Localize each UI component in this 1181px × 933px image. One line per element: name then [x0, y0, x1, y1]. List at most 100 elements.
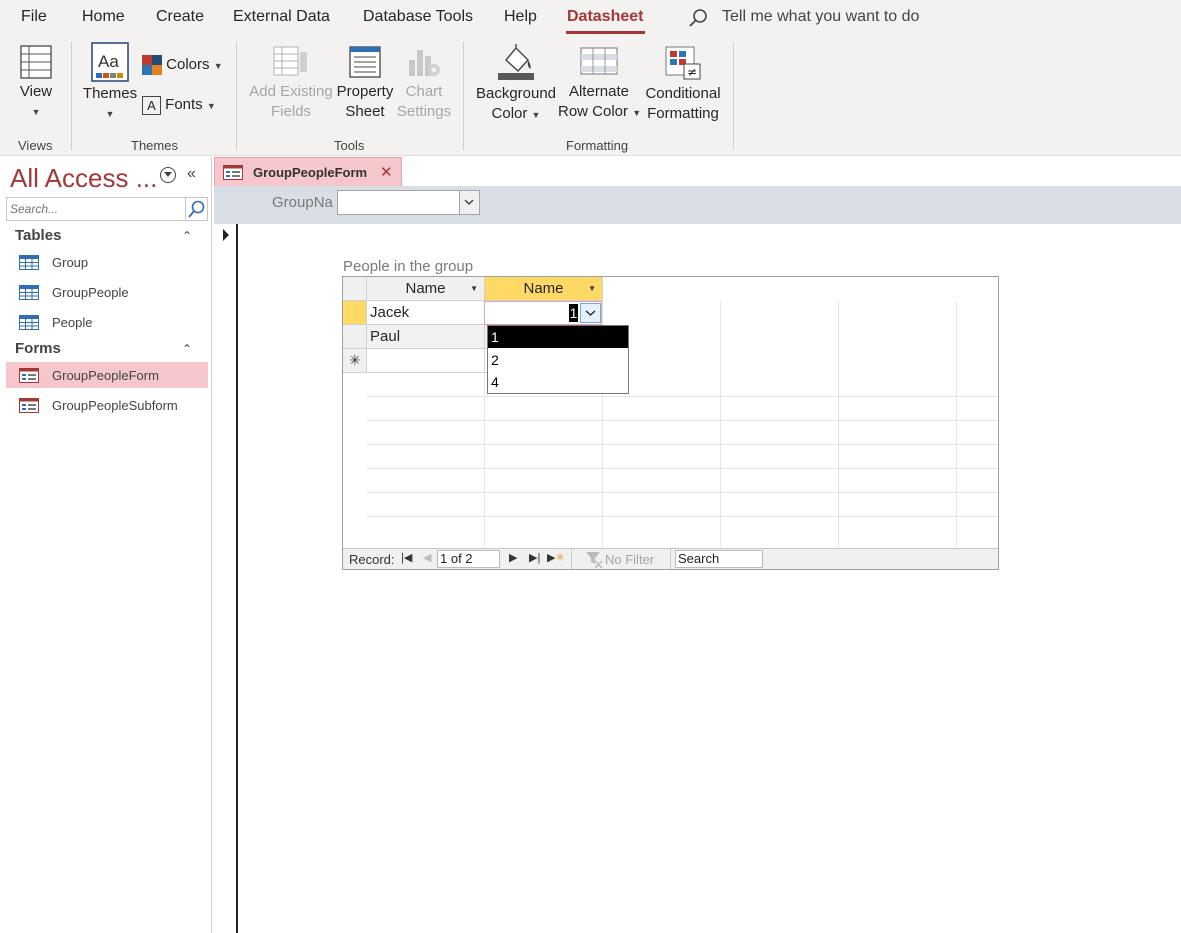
- conditional-formatting-label-1: Conditional: [645, 85, 721, 102]
- new-record-nav-icon[interactable]: ▶✳: [547, 551, 565, 564]
- new-record-selector[interactable]: ✳: [343, 349, 367, 373]
- next-record-icon[interactable]: ▶: [509, 551, 517, 564]
- chart-settings-button[interactable]: Chart Settings: [396, 46, 452, 122]
- table-cell-new[interactable]: [367, 349, 485, 373]
- nav-item-grouppeopleform[interactable]: GroupPeopleForm: [6, 362, 208, 388]
- nav-section-forms[interactable]: Forms: [15, 340, 61, 357]
- group-label-tools: Tools: [334, 138, 365, 153]
- gridline: [838, 301, 839, 547]
- nav-item-grouppeople-table[interactable]: GroupPeople: [6, 279, 208, 305]
- gridline: [956, 301, 957, 547]
- group-label-themes: Themes: [131, 138, 178, 153]
- collapse-section-icon[interactable]: ⌃: [182, 342, 192, 356]
- property-sheet-button[interactable]: Property Sheet: [336, 46, 394, 122]
- new-record-icon: ✳: [349, 352, 361, 368]
- previous-record-icon[interactable]: ◀: [423, 551, 431, 564]
- select-all-corner[interactable]: [343, 277, 367, 301]
- form-header: GroupNa: [214, 186, 1181, 224]
- active-cell-value[interactable]: 1: [569, 304, 578, 322]
- menu-external-data[interactable]: External Data: [233, 8, 330, 26]
- current-record-arrow-icon: [223, 229, 229, 241]
- document-tab[interactable]: GroupPeopleForm ✕: [214, 157, 402, 186]
- add-existing-fields-button[interactable]: Add Existing Fields: [248, 46, 334, 122]
- gridline: [367, 396, 998, 397]
- separator: [670, 549, 671, 569]
- menu-datasheet[interactable]: Datasheet: [567, 8, 643, 26]
- gridline: [367, 444, 998, 445]
- menu-file[interactable]: File: [21, 8, 47, 26]
- close-icon[interactable]: ✕: [380, 163, 393, 181]
- active-combo-cell[interactable]: 1: [484, 301, 602, 325]
- gridline: [367, 468, 998, 469]
- view-icon: [20, 45, 52, 79]
- table-icon: [19, 255, 39, 270]
- collapse-section-icon[interactable]: ⌃: [182, 229, 192, 243]
- dropdown-option[interactable]: 1: [488, 326, 628, 348]
- table-cell[interactable]: Paul: [367, 325, 485, 349]
- chevron-down-icon: ▼: [213, 61, 223, 71]
- search-icon[interactable]: [688, 8, 708, 28]
- search-icon: [188, 200, 205, 218]
- record-navigation-bar: Record: |◀ ◀ 1 of 2 ▶ ▶| ▶✳ No Filter Se…: [343, 548, 998, 569]
- colors-icon: [142, 55, 162, 76]
- themes-button[interactable]: Aa Themes ▼: [82, 42, 138, 124]
- document-tab-label: GroupPeopleForm: [253, 165, 368, 180]
- svg-text:≠: ≠: [687, 65, 697, 79]
- nav-options-icon[interactable]: [160, 167, 176, 183]
- gridline: [367, 516, 998, 517]
- alternate-row-color-label-2: Row Color: [558, 103, 629, 120]
- view-button[interactable]: View ▼: [16, 44, 56, 122]
- collapse-pane-icon[interactable]: «: [187, 165, 196, 183]
- chevron-down-icon[interactable]: ▼: [470, 277, 478, 300]
- colors-button[interactable]: Colors ▼: [142, 55, 223, 76]
- row-selector[interactable]: [343, 301, 367, 325]
- chevron-down-icon: ▼: [531, 110, 541, 120]
- dropdown-option[interactable]: 2: [488, 349, 628, 371]
- nav-search-button[interactable]: [185, 197, 208, 221]
- last-record-icon[interactable]: ▶|: [529, 551, 540, 564]
- conditional-formatting-button[interactable]: ≠ Conditional Formatting: [642, 46, 724, 124]
- dropdown-option[interactable]: 4: [488, 371, 628, 393]
- background-color-button[interactable]: Background Color ▼: [474, 44, 558, 125]
- nav-pane-title[interactable]: All Access ...: [10, 163, 157, 194]
- gridline: [720, 301, 721, 547]
- property-sheet-icon: [349, 46, 381, 78]
- nav-section-tables[interactable]: Tables: [15, 227, 61, 244]
- fonts-button[interactable]: A Fonts ▼: [142, 95, 216, 116]
- menu-help[interactable]: Help: [504, 8, 537, 26]
- row-selector[interactable]: [343, 325, 367, 349]
- nav-item-label: People: [52, 315, 93, 330]
- chevron-down-icon: ▼: [206, 101, 216, 111]
- menu-database-tools[interactable]: Database Tools: [363, 8, 473, 26]
- nav-item-label: GroupPeopleForm: [52, 368, 159, 383]
- column-header-name-1[interactable]: Name ▼: [367, 277, 485, 301]
- menu-home[interactable]: Home: [82, 8, 125, 26]
- themes-icon: Aa: [91, 42, 129, 82]
- chevron-down-icon[interactable]: [459, 191, 479, 214]
- groupname-combo[interactable]: [337, 190, 480, 215]
- chevron-down-icon[interactable]: ▼: [588, 277, 596, 300]
- record-counter-input[interactable]: 1 of 2: [437, 550, 500, 568]
- gridline: [367, 420, 998, 421]
- no-filter-icon[interactable]: [585, 551, 603, 568]
- record-selector[interactable]: [214, 224, 238, 933]
- group-label-formatting: Formatting: [566, 138, 629, 153]
- menu-create[interactable]: Create: [156, 8, 204, 26]
- first-record-icon[interactable]: |◀: [401, 551, 412, 564]
- subform-caption: People in the group: [343, 258, 474, 275]
- nav-search-input[interactable]: [6, 197, 186, 221]
- no-filter-label[interactable]: No Filter: [605, 552, 654, 567]
- chevron-down-icon[interactable]: [580, 303, 601, 323]
- add-existing-fields-label-1: Add Existing: [249, 83, 333, 100]
- tell-me-input[interactable]: Tell me what you want to do: [722, 8, 919, 26]
- nav-item-grouppeoplesubform[interactable]: GroupPeopleSubform: [6, 392, 208, 418]
- nav-item-people-table[interactable]: People: [6, 309, 208, 335]
- alternate-row-color-button[interactable]: Alternate Row Color ▼: [558, 46, 641, 123]
- record-search-input[interactable]: Search: [675, 550, 763, 568]
- table-cell[interactable]: Jacek: [367, 301, 485, 325]
- nav-item-group-table[interactable]: Group: [6, 249, 208, 275]
- record-label: Record:: [349, 552, 395, 567]
- column-header-name-2[interactable]: Name ▼: [485, 277, 603, 301]
- colors-label: Colors: [166, 56, 210, 73]
- column-header-label: Name: [523, 280, 564, 297]
